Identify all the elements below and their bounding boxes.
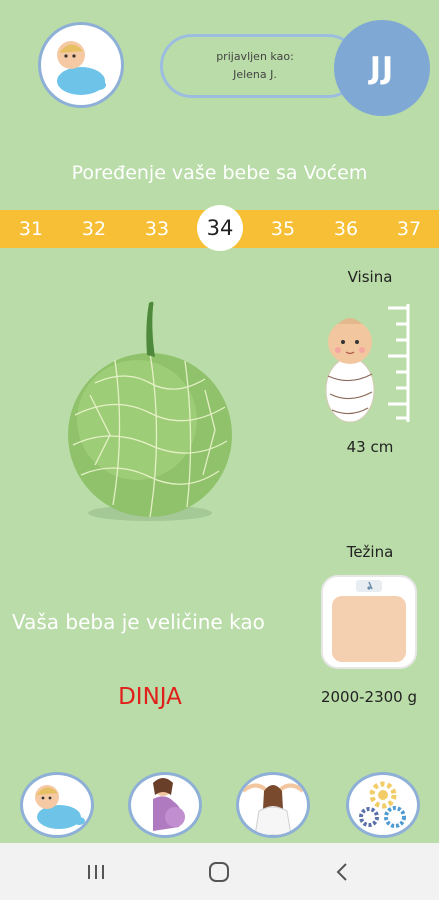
page-title: Poređenje vaše bebe sa Voćem (71, 162, 368, 184)
fruit-name: DINJA (118, 684, 182, 710)
nav-baby-button[interactable] (20, 772, 94, 838)
week-33[interactable]: 33 (136, 210, 178, 248)
back-icon (336, 863, 347, 881)
week-37[interactable]: 37 (388, 210, 430, 248)
mother-relax-icon (241, 783, 305, 835)
nav-settings-button[interactable] (346, 772, 420, 838)
week-32[interactable]: 32 (73, 210, 115, 248)
baby-icon (57, 41, 106, 95)
pregnant-woman-icon (153, 778, 185, 831)
week-36[interactable]: 36 (325, 210, 367, 248)
recent-apps-icon (88, 865, 104, 879)
weight-value: 2000-2300 g (320, 688, 418, 706)
size-comparison-text: Vaša beba je veličine kao (12, 610, 265, 634)
week-34-current[interactable]: 34 (197, 205, 243, 251)
melon-icon (68, 301, 232, 521)
back-button[interactable] (322, 856, 362, 888)
user-name: Jelena J. (233, 68, 277, 81)
weight-label: Težina (346, 543, 394, 561)
baby-height-ruler-icon (325, 304, 410, 423)
baby-profile-button[interactable] (38, 22, 124, 108)
week-35[interactable]: 35 (262, 210, 304, 248)
avatar[interactable]: JJ (334, 20, 430, 116)
home-button[interactable] (199, 856, 239, 888)
recent-apps-button[interactable] (76, 856, 116, 888)
height-value: 43 cm (346, 438, 394, 456)
scale-icon (321, 575, 417, 669)
home-icon (209, 862, 229, 882)
week-31[interactable]: 31 (10, 210, 52, 248)
baby-icon (35, 785, 85, 829)
height-label: Visina (347, 268, 393, 286)
settings-gears-icon (359, 781, 406, 828)
login-status-pill (160, 34, 360, 98)
nav-mother-button[interactable] (236, 772, 310, 838)
logged-in-label: prijavljen kao: (216, 50, 294, 63)
nav-pregnancy-button[interactable] (128, 772, 202, 838)
